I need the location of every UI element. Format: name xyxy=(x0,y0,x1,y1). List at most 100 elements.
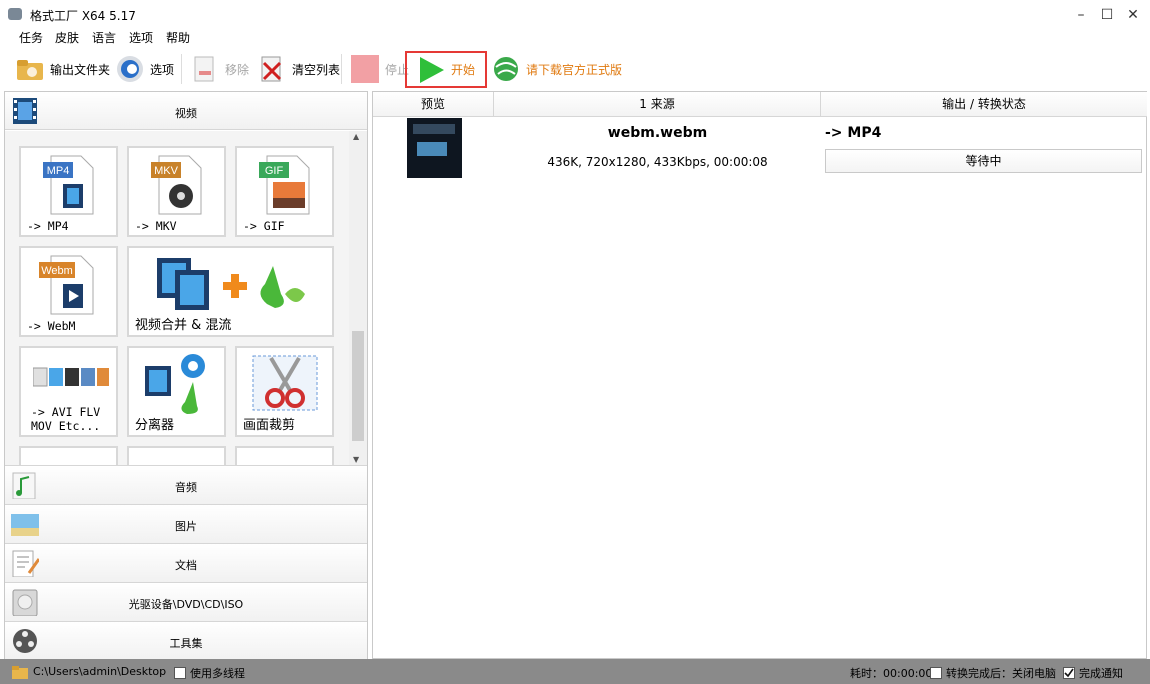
menu-language[interactable]: 语言 xyxy=(92,29,116,46)
splitter-icon xyxy=(145,354,205,414)
toolbar-separator xyxy=(341,54,342,84)
svg-text:GIF: GIF xyxy=(265,165,284,177)
tile-more[interactable] xyxy=(127,446,226,465)
stop-button[interactable]: 停止 xyxy=(351,52,409,86)
tile-label: -> MP4 xyxy=(27,219,69,233)
remove-label: 移除 xyxy=(225,62,250,77)
source-file-info: 436K, 720x1280, 433Kbps, 00:00:08 xyxy=(547,155,768,169)
category-label: 图片 xyxy=(175,520,197,533)
output-folder-button[interactable]: 输出文件夹 xyxy=(16,52,110,86)
download-official-button[interactable]: 请下载官方正式版 xyxy=(492,52,622,86)
video-category-label: 视频 xyxy=(175,107,197,120)
merge-mux-icon xyxy=(157,258,305,310)
video-thumbnail xyxy=(407,118,462,178)
shutdown-option[interactable]: 转换完成后：关闭电脑 xyxy=(930,665,1056,681)
column-header-source[interactable]: 1 来源 xyxy=(494,92,821,117)
svg-text:MKV: MKV xyxy=(154,165,179,177)
stop-icon xyxy=(351,55,379,83)
remove-doc-icon xyxy=(191,55,219,83)
status-text: 等待中 xyxy=(965,154,1002,168)
category-label: 文档 xyxy=(175,559,197,572)
output-format: -> MP4 xyxy=(825,125,882,141)
notify-option[interactable]: 完成通知 xyxy=(1063,665,1123,681)
tile-label: -> MKV xyxy=(135,219,177,233)
tile-more[interactable] xyxy=(235,446,334,465)
app-icon xyxy=(8,8,22,20)
tile-label: 视频合并 & 混流 xyxy=(135,318,232,333)
mp4-file-icon: MP4 xyxy=(43,155,94,215)
multi-format-icon xyxy=(33,367,109,387)
table-row[interactable]: webm.webm 436K, 720x1280, 433Kbps, 00:00… xyxy=(373,117,1146,179)
tile-to-webm[interactable]: Webm -> WebM xyxy=(19,246,118,337)
category-panel: 视频 MP4 -> MP4 MKV -> MKV GIF -> GIF Webm… xyxy=(4,91,368,660)
output-folder-label: 输出文件夹 xyxy=(50,62,111,77)
category-audio[interactable]: 音频 xyxy=(5,465,367,504)
crop-scissors-icon xyxy=(252,355,318,411)
scroll-up-icon[interactable]: ▲ xyxy=(353,132,359,141)
menu-help[interactable]: 帮助 xyxy=(166,29,190,46)
scrollbar-thumb[interactable] xyxy=(352,331,364,441)
tools-scrollbar[interactable]: ▲ ▼ xyxy=(349,131,367,465)
options-label: 选项 xyxy=(150,62,175,77)
thumbnail-content xyxy=(417,142,447,156)
column-header-output-status[interactable]: 输出 / 转换状态 xyxy=(821,92,1147,117)
minimize-icon[interactable]: – xyxy=(1068,4,1094,26)
category-image[interactable]: 图片 xyxy=(5,504,367,543)
close-icon[interactable]: ✕ xyxy=(1120,4,1146,26)
category-label: 音频 xyxy=(175,481,197,494)
play-icon xyxy=(417,56,445,84)
task-list-panel: 预览 1 来源 输出 / 转换状态 webm.webm 436K, 720x12… xyxy=(372,91,1147,659)
multithread-option[interactable]: 使用多线程 xyxy=(174,665,245,681)
tile-to-mkv[interactable]: MKV -> MKV xyxy=(127,146,226,237)
tile-label: 分离器 xyxy=(135,418,175,433)
shutdown-checkbox[interactable] xyxy=(930,667,942,679)
clear-list-icon xyxy=(258,55,286,83)
tile-to-gif[interactable]: GIF -> GIF xyxy=(235,146,334,237)
remove-button[interactable]: 移除 xyxy=(191,52,249,86)
menu-bar: 任务 皮肤 语言 选项 帮助 xyxy=(0,28,1150,46)
video-tools-grid: MP4 -> MP4 MKV -> MKV GIF -> GIF Webm ->… xyxy=(5,131,367,465)
options-button[interactable]: 选项 xyxy=(116,52,174,86)
scroll-down-icon[interactable]: ▼ xyxy=(353,455,359,464)
video-category-header[interactable]: 视频 xyxy=(5,92,367,130)
toolbar-separator xyxy=(181,54,182,84)
column-header-preview[interactable]: 预览 xyxy=(373,92,494,117)
title-bar: 格式工厂 X64 5.17 – ☐ ✕ xyxy=(0,0,1150,28)
tile-label: 画面裁剪 xyxy=(243,418,296,433)
clear-list-button[interactable]: 清空列表 xyxy=(258,52,340,86)
folder-icon xyxy=(16,55,44,83)
menu-options[interactable]: 选项 xyxy=(129,29,153,46)
category-label: 工具集 xyxy=(169,637,203,650)
tile-label: -> GIF xyxy=(243,219,285,233)
tile-video-merge[interactable]: 视频合并 & 混流 xyxy=(127,246,334,337)
toolbar: 输出文件夹 选项 移除 清空列表 停止 开始 请下载官方正式版 xyxy=(0,48,1150,90)
clear-list-label: 清空列表 xyxy=(292,62,341,77)
tile-more[interactable] xyxy=(19,446,118,465)
tile-crop[interactable]: 画面裁剪 xyxy=(235,346,334,437)
output-path[interactable]: C:\Users\admin\Desktop xyxy=(33,665,166,678)
menu-skin[interactable]: 皮肤 xyxy=(55,29,79,46)
mkv-file-icon: MKV xyxy=(151,155,202,215)
tile-to-avi-flv-mov[interactable]: -> AVI FLV MOV Etc... xyxy=(19,346,118,437)
tile-splitter[interactable]: 分离器 xyxy=(127,346,226,437)
output-folder-icon[interactable] xyxy=(12,665,28,682)
category-optical-drive[interactable]: 光驱设备\DVD\CD\ISO xyxy=(5,582,367,621)
webm-file-icon: Webm xyxy=(39,255,94,315)
thumbnail-caption xyxy=(413,124,455,134)
category-label: 光驱设备\DVD\CD\ISO xyxy=(128,598,244,611)
category-document[interactable]: 文档 xyxy=(5,543,367,582)
options-gear-icon xyxy=(116,55,144,83)
category-toolbox[interactable]: 工具集 xyxy=(5,621,367,660)
elapsed-time: 耗时：00:00:00 xyxy=(850,667,933,680)
multithread-checkbox[interactable] xyxy=(174,667,186,679)
start-label: 开始 xyxy=(451,63,476,77)
window-title: 格式工厂 X64 5.17 xyxy=(30,9,136,23)
tile-to-mp4[interactable]: MP4 -> MP4 xyxy=(19,146,118,237)
tile-label: -> WebM xyxy=(27,319,76,333)
svg-text:Webm: Webm xyxy=(41,265,73,277)
menu-task[interactable]: 任务 xyxy=(19,29,43,46)
maximize-icon[interactable]: ☐ xyxy=(1094,4,1120,26)
notify-checkbox[interactable] xyxy=(1063,667,1075,679)
start-button[interactable]: 开始 xyxy=(405,51,487,88)
download-label: 请下载官方正式版 xyxy=(526,62,623,77)
